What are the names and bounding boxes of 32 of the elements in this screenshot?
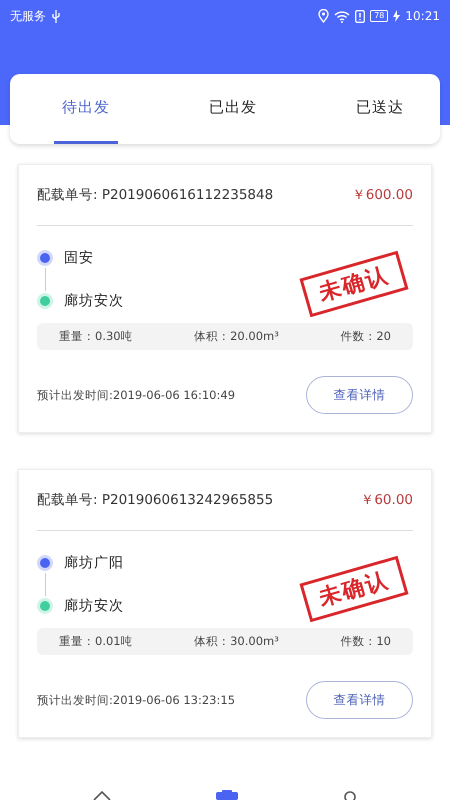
stat-text: 件数：20 — [340, 329, 391, 344]
stop-name: 廊坊广阳 — [64, 554, 124, 572]
stop-name: 廊坊安次 — [64, 292, 124, 310]
wifi-icon — [334, 10, 350, 22]
details-button[interactable]: 查看详情 — [306, 681, 413, 719]
stat-text: 件数：10 — [340, 634, 391, 649]
clipboard-icon[interactable] — [216, 790, 238, 800]
order-number: 配载单号: P2019060616112235848 — [37, 186, 274, 204]
clock-text: 10:21 — [405, 9, 440, 23]
stat-text: 体积：20.00m³ — [194, 329, 279, 344]
carrier-text: 无服务 — [10, 8, 46, 24]
stop-name: 廊坊安次 — [64, 597, 124, 615]
tab[interactable]: 已出发 — [201, 74, 265, 144]
stop-name: 固安 — [64, 249, 94, 267]
usb-icon — [51, 10, 61, 22]
stat-text: 重量：0.01吨 — [59, 634, 133, 649]
status-stamp: 未确认 — [299, 250, 409, 318]
departure-time: 预计出发时间:2019-06-06 16:10:49 — [37, 388, 236, 402]
price-text: ￥600.00 — [352, 186, 413, 204]
tab[interactable]: 待出发 — [54, 74, 118, 144]
sim-alert-icon — [355, 10, 366, 22]
battery-indicator: 78 — [370, 10, 388, 22]
stat-text: 重量：0.30吨 — [59, 329, 133, 344]
details-button[interactable]: 查看详情 — [306, 376, 413, 414]
departure-time: 预计出发时间:2019-06-06 13:23:15 — [37, 692, 236, 708]
price-text: ￥60.00 — [360, 491, 413, 509]
stat-text: 体积：30.00m³ — [194, 634, 279, 649]
order-number: 配载单号: P2019060613242965855 — [37, 491, 274, 509]
charging-icon — [393, 10, 400, 22]
location-icon — [318, 9, 330, 23]
tab[interactable]: 已送达 — [348, 74, 412, 144]
status-stamp: 未确认 — [299, 556, 409, 622]
